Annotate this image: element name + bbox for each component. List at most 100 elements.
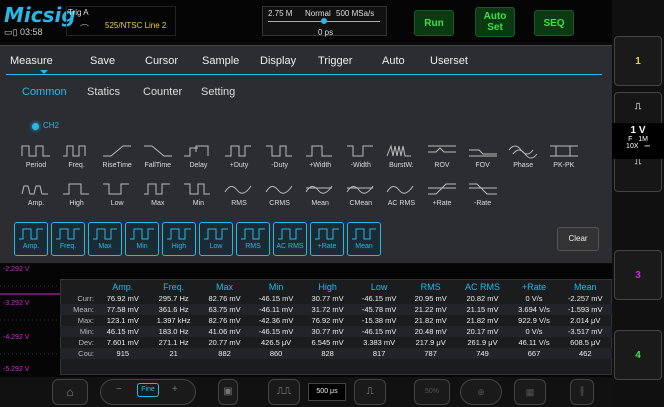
measure-item-ac-rms[interactable]: AC RMS (381, 180, 421, 216)
measure-item-crms[interactable]: CRMS (260, 180, 300, 216)
table-cell: 426.5 μV (260, 338, 292, 347)
measure-item-rate[interactable]: +Rate (422, 180, 462, 216)
measure-item-phase[interactable]: Phase (503, 142, 543, 178)
channel-1-button[interactable]: 1 (614, 36, 662, 86)
minus-icon: − (116, 384, 122, 395)
table-cell: 76.92 mV (106, 294, 139, 303)
run-button[interactable]: Run (414, 10, 454, 36)
split-button[interactable]: ∥ (570, 379, 594, 405)
measure-item-max[interactable]: Max (138, 180, 178, 216)
channel-3-button[interactable]: 3 (614, 250, 662, 300)
table-cell: 21.15 mV (466, 305, 499, 314)
selected-measure-label: Amp. (22, 243, 40, 250)
zoom-button[interactable]: 50% (414, 379, 450, 405)
measure-item-mean[interactable]: Mean (300, 180, 340, 216)
row-label: Dev: (78, 338, 94, 347)
subtab-setting[interactable]: Setting (201, 86, 235, 98)
measure-item-risetime[interactable]: RiseTime (97, 142, 137, 178)
selected-measure-min[interactable]: Min (125, 222, 159, 256)
measure-item-pk-pk[interactable]: PK-PK (544, 142, 584, 178)
fine-toggle[interactable]: Fine (137, 383, 159, 397)
subtab-common[interactable]: Common (22, 86, 67, 98)
y-axis-label: -2.292 V (3, 266, 30, 273)
measure-item-amp[interactable]: Amp. (16, 180, 56, 216)
channel-radio[interactable] (32, 123, 39, 130)
plus-icon: + (172, 384, 178, 395)
measure-item-rms[interactable]: RMS (219, 180, 259, 216)
measure-item-delay[interactable]: Delay (178, 142, 218, 178)
width-icon (306, 145, 333, 157)
table-row: Curr: 76.92 mV 295.7 Hz 82.76 mV -46.15 mV 30… (60, 293, 612, 304)
timebase-increase-button[interactable]: ⎍ (354, 379, 386, 405)
table-header-row: Amp. Freq. Max Min High Low RMS AC RMS +… (60, 280, 612, 293)
table-cell: -42.36 mV (258, 316, 294, 325)
measure-item-label: -Duty (271, 162, 288, 169)
measure-item-duty[interactable]: -Duty (260, 142, 300, 178)
measure-item-freq[interactable]: Freq. (57, 142, 97, 178)
column-header: Max (216, 281, 234, 292)
measure-item-min[interactable]: Min (178, 180, 218, 216)
selected-measure-amp[interactable]: Amp. (14, 222, 48, 256)
row-label: Min: (79, 327, 94, 336)
column-header: Amp. (112, 281, 134, 292)
save-button[interactable]: ▣ (218, 379, 238, 405)
selected-measure-label: Min (136, 243, 148, 250)
tab-auto[interactable]: Auto (382, 55, 405, 67)
selected-measure-ac-rms[interactable]: AC RMS (273, 222, 307, 256)
home-button[interactable]: ⌂ (52, 379, 88, 405)
grid-icon: ▦ (525, 387, 535, 397)
table-row: Min: 46.15 mV 183.0 Hz 41.06 mV -46.15 mV 30.… (60, 326, 612, 337)
measure-item-duty[interactable]: +Duty (219, 142, 259, 178)
selected-measure-high[interactable]: High (162, 222, 196, 256)
measure-item-fov[interactable]: FOV (463, 142, 503, 178)
horizontal-position-marker (321, 18, 327, 24)
low-icon (103, 183, 130, 195)
measure-item-period[interactable]: Period (16, 142, 56, 178)
table-cell: 76.92 mV (311, 316, 344, 325)
measure-item-label: +Duty (229, 162, 249, 169)
tab-cursor[interactable]: Cursor (145, 55, 178, 67)
clear-button[interactable]: Clear (557, 227, 599, 251)
tab-display[interactable]: Display (260, 55, 296, 67)
tab-userset[interactable]: Userset (430, 55, 468, 67)
measure-item-high[interactable]: High (57, 180, 97, 216)
timebase-decrease-button[interactable]: ⎍⎍ (268, 379, 300, 405)
falltime-icon (143, 145, 172, 157)
measure-item-low[interactable]: Low (97, 180, 137, 216)
subtab-counter[interactable]: Counter (143, 86, 182, 98)
measure-item-cmean[interactable]: CMean (341, 180, 381, 216)
measure-item-burstw[interactable]: BurstW. (381, 142, 421, 178)
memory-depth: 2.75 M (268, 9, 293, 18)
tab-sample[interactable]: Sample (202, 55, 239, 67)
selected-measure-rms[interactable]: RMS (236, 222, 270, 256)
selected-measure-freq[interactable]: Freq. (51, 222, 85, 256)
measure-item-falltime[interactable]: FallTime (138, 142, 178, 178)
selected-measure-rate[interactable]: +Rate (310, 222, 344, 256)
tab-save[interactable]: Save (90, 55, 115, 67)
table-cell: 20.17 mV (466, 327, 499, 336)
measure-item-rate[interactable]: -Rate (463, 180, 503, 216)
tab-measure[interactable]: Measure (10, 55, 53, 67)
measure-item-width[interactable]: -Width (341, 142, 381, 178)
table-cell: 915 (116, 349, 130, 358)
measure-item-width[interactable]: +Width (300, 142, 340, 178)
selected-measure-max[interactable]: Max (88, 222, 122, 256)
measure-item-label: -Rate (474, 200, 492, 207)
tab-trigger[interactable]: Trigger (318, 55, 352, 67)
cursor-knob[interactable]: ⊕ (460, 379, 502, 405)
volts-per-div: 1 V (630, 125, 646, 136)
measure-item-rov[interactable]: ROV (422, 142, 462, 178)
measure-item-label: Max (151, 200, 165, 207)
selected-measure-low[interactable]: Low (199, 222, 233, 256)
auto-set-button[interactable]: Auto Set (475, 7, 515, 37)
selected-measure-mean[interactable]: Mean (347, 222, 381, 256)
measure-item-label: ROV (434, 162, 450, 169)
channel-4-button[interactable]: 4 (614, 330, 662, 380)
selected-measure-label: High (171, 243, 187, 250)
table-cell: 20.82 mV (466, 294, 499, 303)
subtab-statics[interactable]: Statics (87, 86, 120, 98)
table-cell: 462 (578, 349, 592, 358)
grid-button[interactable]: ▦ (514, 379, 546, 405)
seq-button[interactable]: SEQ (534, 10, 574, 36)
row-label: Mean: (73, 305, 94, 314)
